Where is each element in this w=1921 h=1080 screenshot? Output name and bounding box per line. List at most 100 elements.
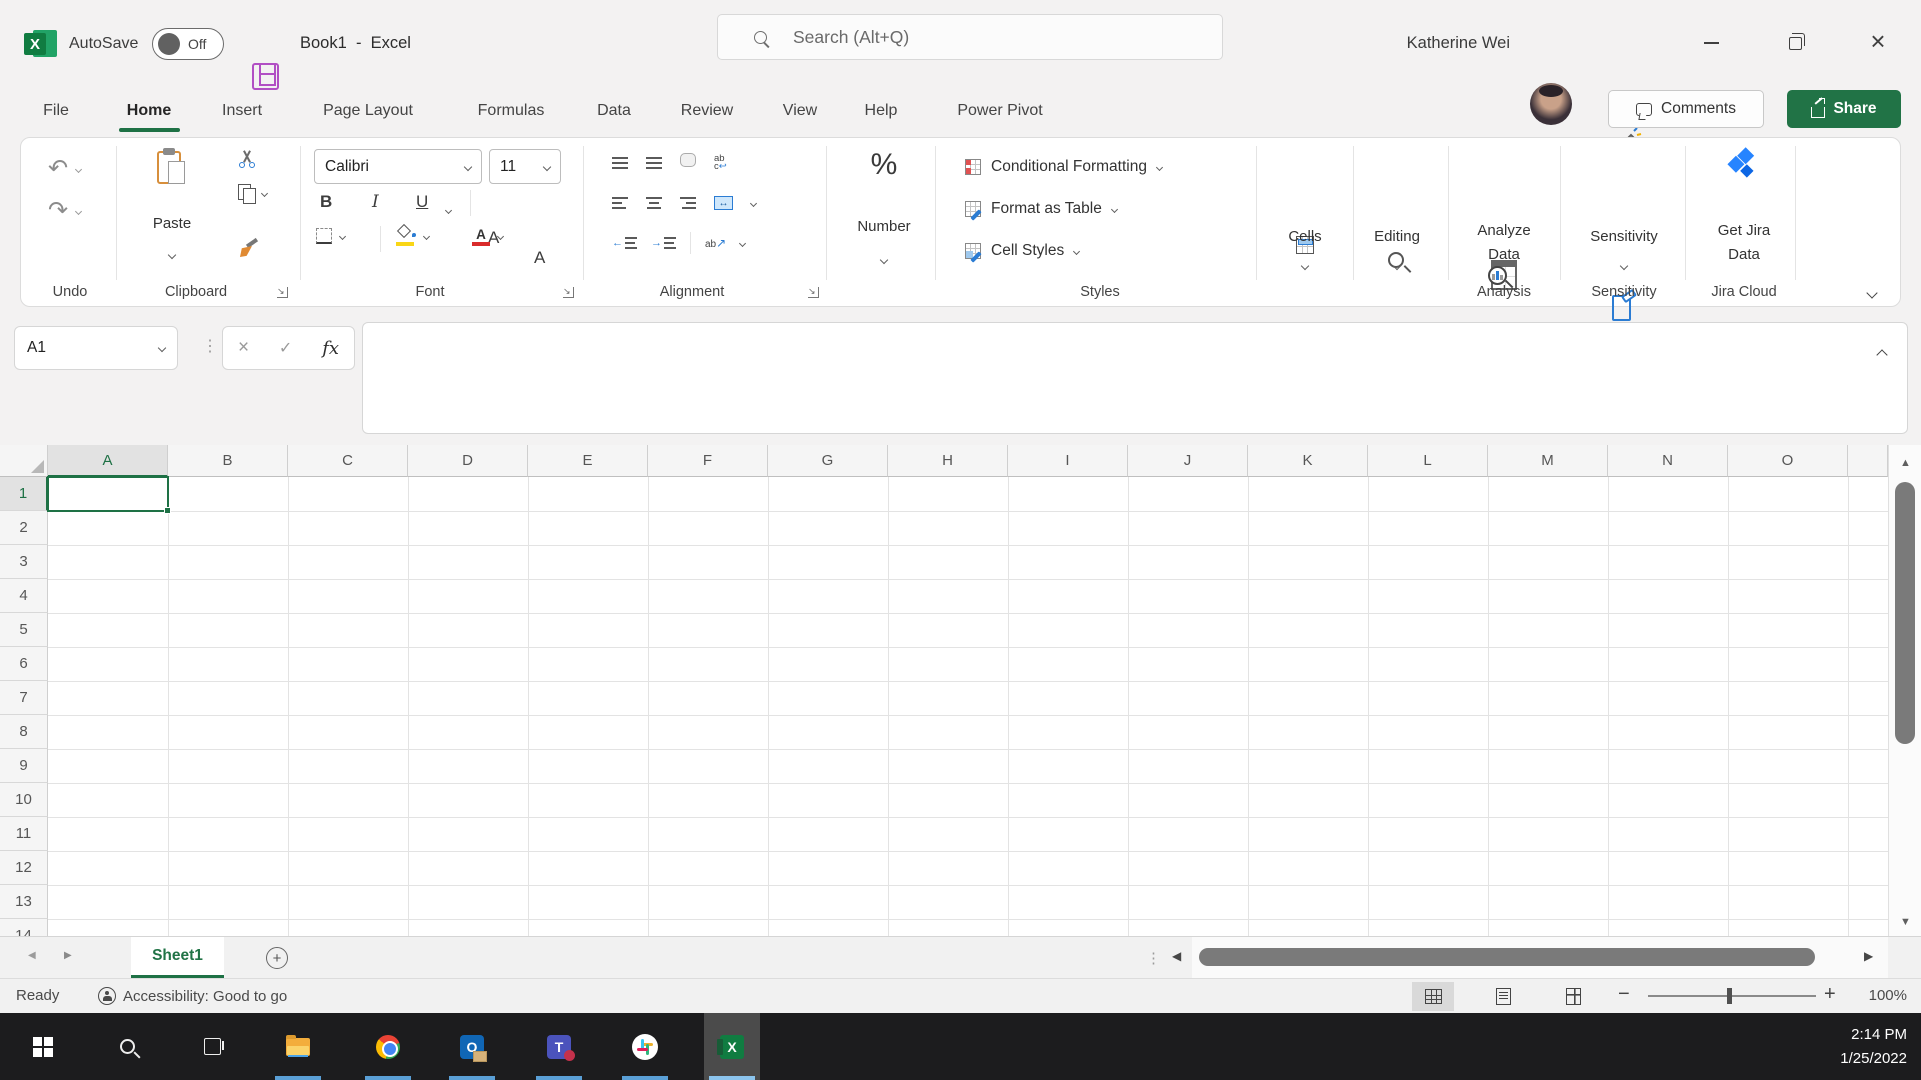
scroll-down-icon[interactable]: ▼ [1900, 916, 1911, 928]
underline-dropdown[interactable] [446, 200, 451, 218]
insert-function-icon[interactable]: fx [322, 338, 339, 359]
column-header-E[interactable]: E [528, 445, 648, 477]
restore-button[interactable] [1772, 20, 1818, 66]
name-box[interactable]: A1 [14, 326, 178, 370]
chevron-down-icon[interactable] [75, 207, 82, 214]
select-all-corner[interactable] [0, 445, 48, 477]
row-header-1[interactable]: 1 [0, 477, 48, 511]
fill-color-button[interactable] [396, 226, 429, 246]
collapse-ribbon-button[interactable] [1868, 284, 1876, 302]
column-header-J[interactable]: J [1128, 445, 1248, 477]
tab-review[interactable]: Review [681, 96, 733, 126]
horizontal-scrollbar-thumb[interactable] [1199, 948, 1815, 966]
percent-style-icon[interactable]: % [871, 148, 898, 182]
cells-group-button[interactable]: Cells [1288, 228, 1321, 245]
row-header-14[interactable]: 14 [0, 919, 48, 936]
font-color-button[interactable]: A [472, 226, 503, 246]
conditional-formatting-button[interactable]: Conditional Formatting [965, 158, 1162, 176]
row-header-2[interactable]: 2 [0, 511, 48, 545]
tab-home[interactable]: Home [127, 96, 171, 126]
column-header-I[interactable]: I [1008, 445, 1128, 477]
get-jira-data-label-2[interactable]: Data [1728, 246, 1760, 263]
page-break-view-button[interactable] [1552, 982, 1594, 1011]
column-header-L[interactable]: L [1368, 445, 1488, 477]
get-jira-data-label-1[interactable]: Get Jira [1718, 222, 1771, 239]
middle-align-icon[interactable] [646, 157, 662, 169]
column-header-N[interactable]: N [1608, 445, 1728, 477]
row-header-13[interactable]: 13 [0, 885, 48, 919]
chevron-down-icon[interactable] [339, 232, 346, 239]
document-title[interactable]: Book1 - Excel [300, 34, 411, 53]
number-group-button[interactable]: Number [857, 218, 910, 235]
align-center-icon[interactable] [646, 197, 662, 209]
decrease-indent-icon[interactable]: ← [612, 237, 637, 249]
autosave-toggle[interactable]: Off [152, 28, 224, 60]
normal-view-button[interactable] [1412, 982, 1454, 1011]
taskbar-excel[interactable]: X [704, 1013, 760, 1080]
analyze-data-label-1[interactable]: Analyze [1477, 222, 1530, 239]
row-header-10[interactable]: 10 [0, 783, 48, 817]
comments-button[interactable]: Comments [1608, 90, 1764, 128]
taskbar-file-explorer[interactable] [270, 1013, 326, 1080]
taskbar-task-view[interactable] [184, 1013, 240, 1080]
collapse-formula-bar-button[interactable] [1878, 346, 1886, 364]
save-icon[interactable] [252, 63, 279, 90]
row-header-6[interactable]: 6 [0, 647, 48, 681]
taskbar-chrome[interactable] [360, 1013, 416, 1080]
align-right-icon[interactable] [680, 197, 696, 209]
vertical-scrollbar[interactable]: ▲ ▼ [1888, 445, 1921, 936]
top-align-icon[interactable] [612, 157, 628, 169]
minimize-button[interactable] [1688, 20, 1734, 66]
zoom-in-button[interactable]: + [1824, 983, 1836, 1006]
row-header-8[interactable]: 8 [0, 715, 48, 749]
tab-formulas[interactable]: Formulas [478, 96, 545, 126]
cancel-icon[interactable]: × [238, 337, 249, 359]
search-input[interactable]: Search (Alt+Q) [717, 14, 1223, 60]
font-dialog-launcher[interactable]: ↘ [563, 287, 574, 298]
sensitivity-dropdown[interactable] [1621, 256, 1627, 274]
new-sheet-button[interactable]: + [266, 947, 288, 969]
format-as-table-button[interactable]: Format as Table [965, 200, 1117, 218]
font-size-select[interactable]: 11 [489, 149, 561, 184]
avatar[interactable] [1530, 83, 1572, 125]
row-header-11[interactable]: 11 [0, 817, 48, 851]
column-header-K[interactable]: K [1248, 445, 1368, 477]
taskbar-outlook[interactable]: O [444, 1013, 500, 1080]
spreadsheet-grid[interactable]: ABCDEFGHIJKLMNO 1234567891011121314 [0, 445, 1888, 936]
chevron-down-icon[interactable] [750, 199, 757, 206]
hscroll-right-icon[interactable]: ▶ [1864, 949, 1873, 963]
tab-help[interactable]: Help [865, 96, 898, 126]
tab-power-pivot[interactable]: Power Pivot [957, 96, 1042, 126]
column-header-H[interactable]: H [888, 445, 1008, 477]
undo-button[interactable]: ↶ [48, 158, 81, 180]
editing-group-button[interactable]: Editing [1374, 228, 1420, 245]
taskbar-start[interactable] [15, 1013, 71, 1080]
user-name[interactable]: Katherine Wei [1360, 34, 1510, 53]
tab-page-layout[interactable]: Page Layout [323, 96, 413, 126]
taskbar-search[interactable] [99, 1013, 155, 1080]
borders-button[interactable] [316, 228, 345, 244]
tab-data[interactable]: Data [597, 96, 631, 126]
alignment-dialog-launcher[interactable]: ↘ [808, 287, 819, 298]
zoom-out-button[interactable]: − [1618, 983, 1630, 1006]
row-header-9[interactable]: 9 [0, 749, 48, 783]
row-header-4[interactable]: 4 [0, 579, 48, 613]
row-header-3[interactable]: 3 [0, 545, 48, 579]
column-header-D[interactable]: D [408, 445, 528, 477]
taskbar-clock[interactable]: 2:14 PM 1/25/2022 [1840, 1023, 1907, 1071]
align-left-icon[interactable] [612, 197, 628, 209]
italic-button[interactable]: I [372, 192, 379, 212]
sheet-nav-right-icon[interactable]: ▶ [64, 950, 72, 961]
scroll-up-icon[interactable]: ▲ [1900, 457, 1911, 469]
bottom-align-button-selected[interactable] [680, 153, 696, 167]
wrap-text-icon[interactable]: abc↩ [714, 155, 727, 171]
sensitivity-button[interactable]: Sensitivity [1590, 228, 1658, 245]
chevron-down-icon[interactable] [497, 232, 504, 239]
hscroll-left-icon[interactable]: ◀ [1172, 949, 1181, 963]
vertical-scrollbar-thumb[interactable] [1895, 482, 1915, 744]
merge-center-icon[interactable]: ↔ [714, 196, 733, 210]
column-header-C[interactable]: C [288, 445, 408, 477]
column-header-G[interactable]: G [768, 445, 888, 477]
underline-button[interactable]: U [416, 192, 428, 212]
zoom-slider-thumb[interactable] [1727, 988, 1732, 1004]
